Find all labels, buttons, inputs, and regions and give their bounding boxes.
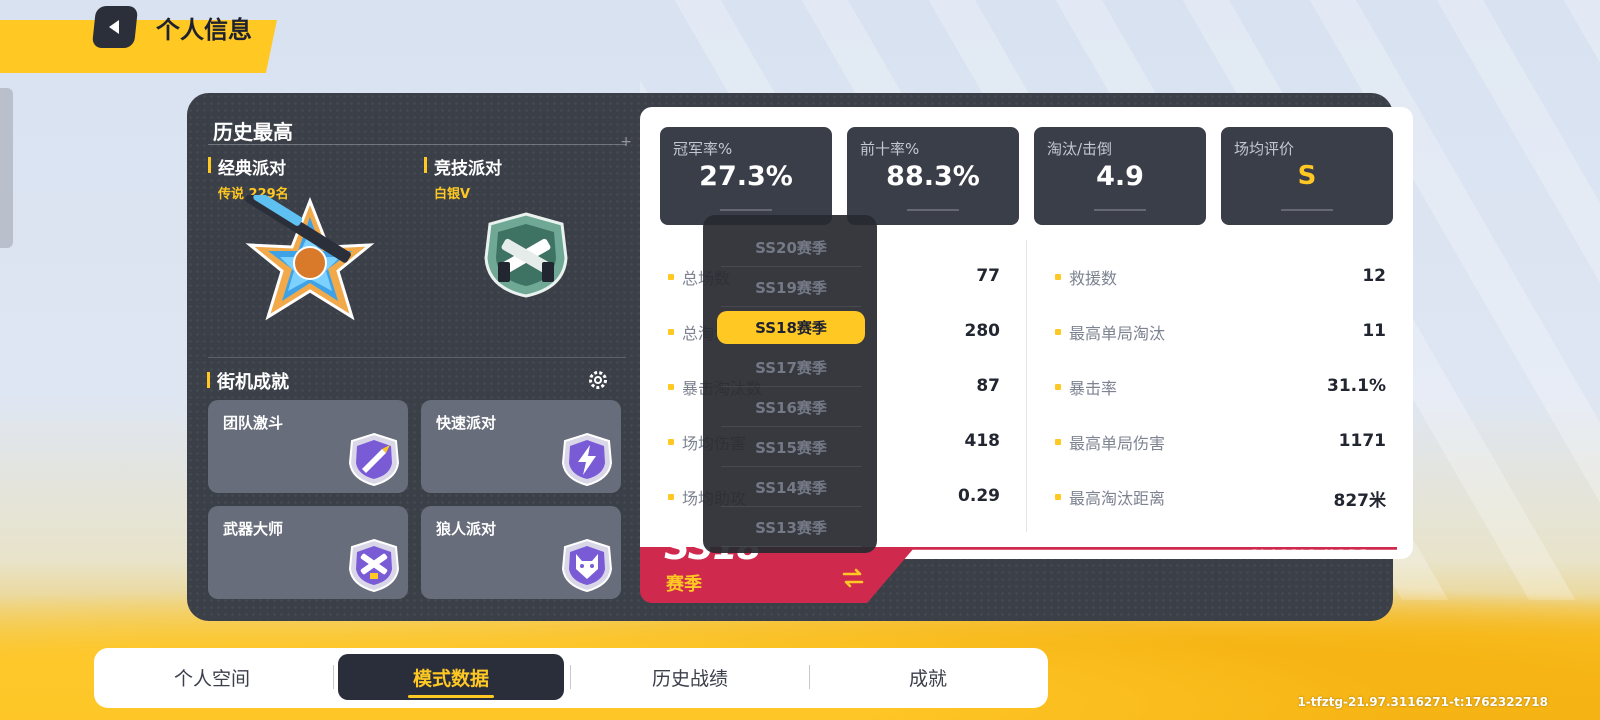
classic-mode-watermark: CLASSIC MODE — [1250, 548, 1370, 559]
back-button[interactable] — [91, 6, 139, 48]
arena-mode-rank: 白银V — [434, 187, 471, 202]
stat-label: 最高单局淘汰 — [1069, 324, 1166, 343]
history-title-divider — [208, 134, 632, 150]
wolf-emblem-icon — [561, 538, 613, 593]
arena-mode-block: 竞技派对 白银V — [424, 154, 502, 202]
back-arrow-icon — [109, 20, 119, 34]
stat-value: 77 — [976, 266, 1000, 286]
tab-match-history[interactable]: 历史战绩 — [577, 654, 803, 700]
tab-mode-data[interactable]: 模式数据 — [338, 654, 564, 700]
top-ten-rate-value: 88.3% — [886, 161, 980, 192]
build-version-text: 1-tfztg-21.97.3116271-t:1762322718 — [1297, 695, 1548, 709]
win-rate-value: 27.3% — [699, 161, 793, 192]
stat-row-max-damage: 最高单局伤害 — [1055, 430, 1165, 454]
stat-row-max-eliminations: 最高单局淘汰 — [1055, 320, 1165, 344]
card-underline — [1281, 209, 1333, 211]
arcade-card-label: 团队激斗 — [223, 414, 284, 432]
stat-label: 救援数 — [1069, 269, 1118, 288]
tab-separator — [333, 665, 334, 689]
stat-row-crit-rate: 暴击率 — [1055, 375, 1117, 399]
stat-value: 418 — [964, 431, 1001, 451]
swap-arrows-icon[interactable] — [841, 568, 865, 588]
kd-ratio-card: 淘汰/击倒 4.9 — [1034, 127, 1206, 225]
tab-achievements[interactable]: 成就 — [815, 654, 1041, 700]
stat-value: 0.29 — [958, 486, 1000, 506]
season-option[interactable]: SS16赛季 — [717, 391, 865, 427]
rocket-emblem-icon — [348, 432, 400, 487]
arcade-card-label: 狼人派对 — [436, 520, 497, 538]
arena-mode-name: 竞技派对 — [424, 154, 502, 179]
top-ten-rate-card: 前十率% 88.3% — [847, 127, 1019, 225]
tab-separator — [570, 665, 571, 689]
stat-label: 最高淘汰距离 — [1069, 489, 1166, 508]
stat-value: 11 — [1362, 321, 1386, 341]
stat-value: 31.1% — [1327, 376, 1386, 396]
history-best-title: 历史最高 — [213, 120, 293, 144]
stat-value: 87 — [976, 376, 1000, 396]
weapons-emblem-icon — [348, 538, 400, 593]
card-underline — [907, 209, 959, 211]
bullet-dot — [1055, 439, 1061, 445]
bullet-dot — [668, 384, 674, 390]
bullet-dot — [668, 274, 674, 280]
season-option[interactable]: SS14赛季 — [717, 471, 865, 507]
arcade-card-label: 快速派对 — [436, 414, 497, 432]
bullet-dot — [668, 329, 674, 335]
arcade-card-werewolf-party[interactable]: 狼人派对 — [421, 506, 621, 599]
stat-value: 1171 — [1338, 431, 1386, 451]
section-divider — [208, 357, 626, 358]
column-divider — [1026, 240, 1027, 532]
arcade-achievements-title: 街机成就 — [207, 368, 289, 394]
legend-rank-badge-icon[interactable] — [230, 195, 380, 325]
silver-rank-badge-icon[interactable] — [478, 210, 574, 300]
arcade-card-quick-party[interactable]: 快速派对 — [421, 400, 621, 493]
avg-rating-card: 场均评价 S — [1221, 127, 1393, 225]
season-option[interactable]: SS17赛季 — [717, 351, 865, 387]
win-rate-label: 冠军率% — [673, 140, 733, 158]
stat-label: 暴击率 — [1069, 379, 1118, 398]
side-drawer-handle[interactable] — [0, 88, 13, 248]
kd-ratio-label: 淘汰/击倒 — [1047, 140, 1113, 158]
stat-row-max-elim-distance: 最高淘汰距离 — [1055, 485, 1165, 509]
stat-row-rescues: 救援数 — [1055, 265, 1117, 289]
season-label: 赛季 — [666, 574, 702, 595]
gear-icon[interactable] — [587, 369, 609, 391]
arcade-card-label: 武器大师 — [223, 520, 284, 538]
arcade-card-team-battle[interactable]: 团队激斗 — [208, 400, 408, 493]
stat-value: 827米 — [1333, 491, 1387, 511]
season-dropdown: SS20赛季 SS19赛季 SS18赛季 SS17赛季 SS16赛季 SS15赛… — [703, 215, 877, 553]
bullet-dot — [668, 494, 674, 500]
season-option[interactable]: SS19赛季 — [717, 271, 865, 307]
card-underline — [720, 209, 772, 211]
tab-personal-space[interactable]: 个人空间 — [99, 654, 325, 700]
season-option[interactable]: SS15赛季 — [717, 431, 865, 467]
stat-value: 12 — [1362, 266, 1386, 286]
lightning-emblem-icon — [561, 432, 613, 487]
tab-separator — [809, 665, 810, 689]
classic-mode-name: 经典派对 — [208, 154, 289, 179]
bullet-dot — [1055, 329, 1061, 335]
bullet-dot — [1055, 384, 1061, 390]
season-option[interactable]: SS20赛季 — [717, 231, 865, 267]
avg-rating-label: 场均评价 — [1234, 140, 1295, 158]
page-title: 个人信息 — [156, 16, 252, 44]
top-ten-rate-label: 前十率% — [860, 140, 920, 158]
avg-rating-value: S — [1297, 161, 1317, 191]
season-option-selected[interactable]: SS18赛季 — [717, 311, 865, 344]
bullet-dot — [1055, 274, 1061, 280]
bullet-dot — [1055, 494, 1061, 500]
kd-ratio-value: 4.9 — [1096, 161, 1144, 192]
bullet-dot — [668, 439, 674, 445]
win-rate-card: 冠军率% 27.3% — [660, 127, 832, 225]
card-underline — [1094, 209, 1146, 211]
stat-value: 280 — [964, 321, 1001, 341]
arcade-card-weapon-master[interactable]: 武器大师 — [208, 506, 408, 599]
season-option[interactable]: SS13赛季 — [717, 511, 865, 547]
stat-label: 最高单局伤害 — [1069, 434, 1166, 453]
